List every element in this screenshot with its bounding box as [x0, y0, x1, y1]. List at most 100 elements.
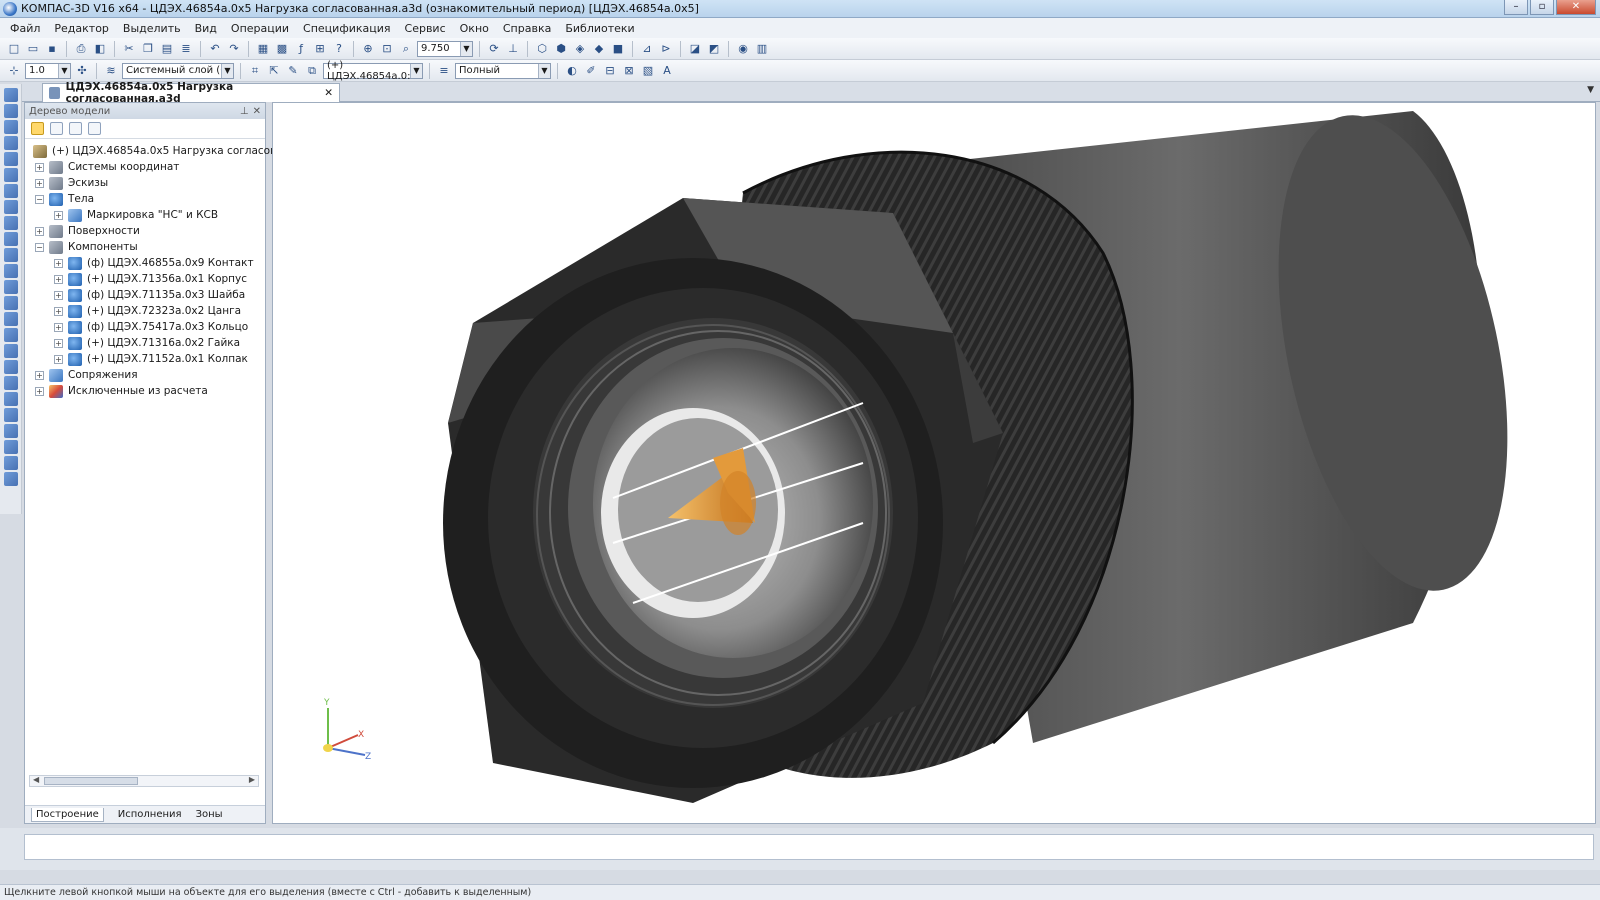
open-file-icon[interactable]: ▭	[25, 41, 41, 57]
paste-icon[interactable]: ▤	[159, 41, 175, 57]
highlight-icon[interactable]: ◉	[735, 41, 751, 57]
tree-horizontal-scrollbar[interactable]: ◀ ▶	[29, 775, 259, 787]
chevron-down-icon[interactable]: ▼	[460, 41, 472, 56]
menu-edit[interactable]: Редактор	[54, 22, 109, 35]
properties-icon[interactable]: ≣	[178, 41, 194, 57]
menu-libraries[interactable]: Библиотеки	[565, 22, 634, 35]
tree-filter-icon[interactable]	[88, 122, 101, 135]
minimize-button[interactable]: –	[1504, 0, 1528, 15]
menu-help[interactable]: Справка	[503, 22, 551, 35]
expand-icon[interactable]: +	[54, 258, 63, 268]
cable-icon[interactable]	[3, 360, 18, 374]
expand-icon[interactable]: +	[35, 178, 44, 188]
menu-specification[interactable]: Спецификация	[303, 22, 390, 35]
scroll-right-icon[interactable]: ▶	[249, 775, 255, 784]
edit-part-icon[interactable]: ✎	[285, 63, 301, 79]
welding-icon[interactable]	[3, 392, 18, 406]
snap-icon[interactable]: ◪	[687, 41, 703, 57]
expand-icon[interactable]: +	[35, 370, 44, 380]
tab-document[interactable]: ЦДЭХ.46854а.0х5 Нагрузка согласованная.a…	[42, 81, 340, 105]
tree-structure-icon[interactable]	[31, 122, 44, 135]
part-icon[interactable]: ⧉	[304, 63, 320, 79]
diagnostics-icon[interactable]	[3, 232, 18, 246]
part-combo[interactable]: (+) ЦДЭХ.46854а.0: ▼	[323, 60, 423, 82]
menu-service[interactable]: Сервис	[405, 22, 446, 35]
chevron-down-icon[interactable]: ▼	[410, 63, 422, 78]
tree-item-surfaces[interactable]: + Поверхности	[35, 223, 140, 239]
chevron-down-icon[interactable]: ▼	[58, 63, 70, 78]
pipes-icon[interactable]	[3, 344, 18, 358]
scroll-left-icon[interactable]: ◀	[33, 775, 39, 784]
section-icon[interactable]: ◩	[706, 41, 722, 57]
display-mode-icon[interactable]: ≡	[436, 63, 452, 79]
color-icon[interactable]: ◐	[564, 63, 580, 79]
hidden-lines-icon[interactable]: ⬢	[553, 41, 569, 57]
orientation-icon[interactable]: ⊥	[505, 41, 521, 57]
fasteners-icon[interactable]	[3, 408, 18, 422]
property-panel[interactable]	[24, 834, 1594, 860]
tree-item-component[interactable]: + (ф) ЦДЭХ.71135а.0х3 Шайба	[54, 287, 245, 303]
close-panel-icon[interactable]: ✕	[253, 106, 261, 117]
report-icon[interactable]: ▧	[640, 63, 656, 79]
print-icon[interactable]: ⎙	[73, 41, 89, 57]
mold-icon[interactable]	[3, 424, 18, 438]
close-button[interactable]: ✕	[1556, 0, 1596, 15]
mating-icon[interactable]	[3, 184, 18, 198]
text-icon[interactable]: A	[659, 63, 675, 79]
sheet-metal-icon[interactable]	[3, 296, 18, 310]
library-icon[interactable]: ▩	[274, 41, 290, 57]
tree-item-component[interactable]: + (ф) ЦДЭХ.46855а.0х9 Контакт	[54, 255, 254, 271]
arrays-icon[interactable]	[3, 152, 18, 166]
collapse-icon[interactable]: −	[35, 242, 44, 252]
display-mode-combo[interactable]: Полный ▼	[455, 62, 551, 79]
filter-icon[interactable]: ⊿	[639, 41, 655, 57]
tree-item-component[interactable]: + (+) ЦДЭХ.71316а.0х2 Гайка	[54, 335, 240, 351]
dimensions-icon[interactable]	[3, 200, 18, 214]
menu-view[interactable]: Вид	[195, 22, 217, 35]
expand-icon[interactable]: +	[54, 322, 63, 332]
copy-icon[interactable]: ❐	[140, 41, 156, 57]
snap-grid-icon[interactable]: ✣	[74, 63, 90, 79]
expand-icon[interactable]: +	[54, 210, 63, 220]
preview-icon[interactable]: ◧	[92, 41, 108, 57]
selection-icon[interactable]	[3, 328, 18, 342]
zoom-all-icon[interactable]: ⊡	[379, 41, 395, 57]
elements-icon[interactable]	[3, 280, 18, 294]
connector-3d-model[interactable]: Y X Z	[273, 103, 1595, 823]
expand-icon[interactable]: +	[54, 306, 63, 316]
tree-item-marking[interactable]: + Маркировка "НС" и КСВ	[54, 207, 218, 223]
model-viewport[interactable]: Y X Z	[272, 102, 1596, 824]
tree-item-components[interactable]: − Компоненты	[35, 239, 138, 255]
chevron-down-icon[interactable]: ▼	[538, 63, 550, 78]
reports-icon[interactable]	[3, 264, 18, 278]
tree-item-component[interactable]: + (+) ЦДЭХ.71152а.0х1 Колпак	[54, 351, 248, 367]
expand-icon[interactable]: +	[54, 338, 63, 348]
tree-icon[interactable]: ▥	[754, 41, 770, 57]
chevron-down-icon[interactable]: ▼	[221, 63, 233, 78]
variables-icon[interactable]: ƒ	[293, 41, 309, 57]
expand-icon[interactable]: +	[54, 290, 63, 300]
edit-details-icon[interactable]	[3, 88, 18, 102]
menu-operations[interactable]: Операции	[231, 22, 289, 35]
tabs-dropdown-icon[interactable]: ▼	[1587, 85, 1594, 95]
tab-executions[interactable]: Исполнения	[118, 809, 182, 820]
menu-file[interactable]: Файл	[10, 22, 40, 35]
zoom-combo[interactable]: 9.750 ▼	[417, 40, 473, 57]
tree-item-root[interactable]: (+) ЦДЭХ.46854а.0х5 Нагрузка согласованн…	[33, 143, 309, 159]
tree-item-component[interactable]: + (+) ЦДЭХ.71356а.0х1 Корпус	[54, 271, 247, 287]
menu-window[interactable]: Окно	[460, 22, 489, 35]
pin-icon[interactable]: ⊥	[240, 106, 249, 117]
display-icon[interactable]: ⊠	[621, 63, 637, 79]
tab-construction[interactable]: Построение	[31, 807, 104, 822]
orient-icon[interactable]: ⇱	[266, 63, 282, 79]
scroll-thumb[interactable]	[44, 777, 138, 785]
thin-lines-icon[interactable]: ◈	[572, 41, 588, 57]
expand-icon[interactable]: +	[35, 162, 44, 172]
tree-item-sketches[interactable]: + Эскизы	[35, 175, 108, 191]
drawing-icon[interactable]	[3, 472, 18, 486]
maximize-button[interactable]: ▫	[1530, 0, 1554, 15]
auxiliary-geometry-icon[interactable]	[3, 168, 18, 182]
rotate-icon[interactable]: ⟳	[486, 41, 502, 57]
tree-item-component[interactable]: + (+) ЦДЭХ.72323а.0х2 Цанга	[54, 303, 241, 319]
lock-icon[interactable]	[3, 440, 18, 454]
